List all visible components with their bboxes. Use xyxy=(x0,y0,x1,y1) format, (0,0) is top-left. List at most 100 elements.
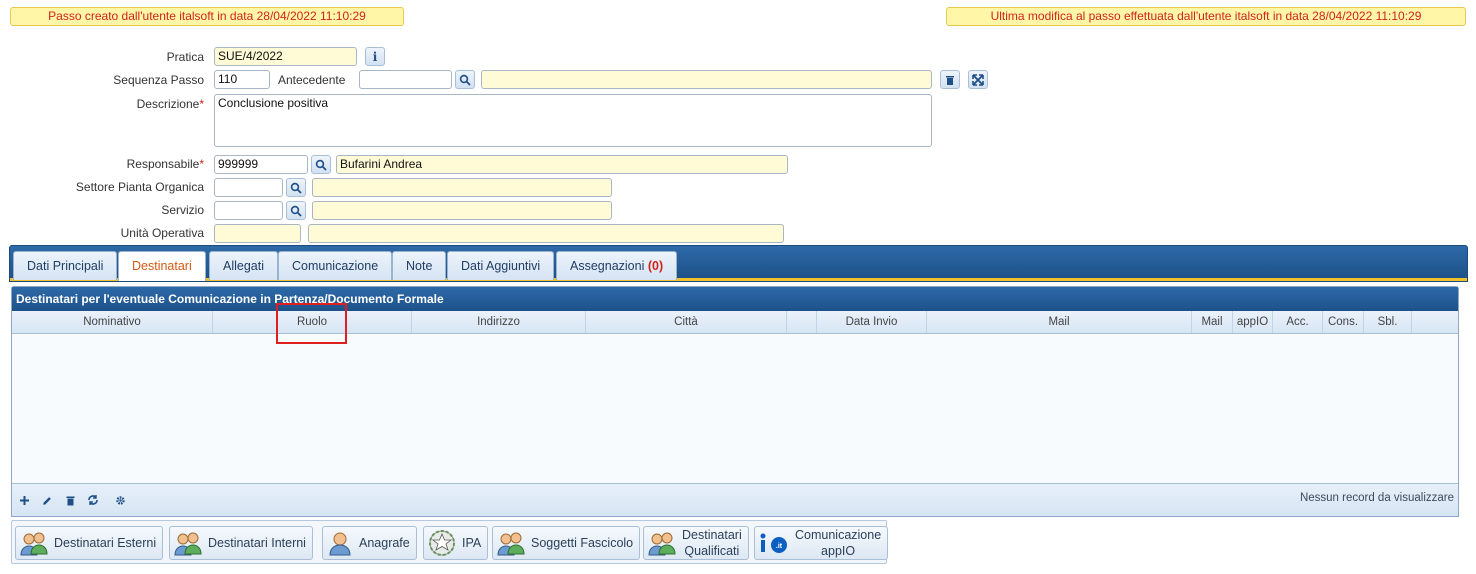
unita-desc-field[interactable] xyxy=(308,224,784,243)
info-button[interactable]: i xyxy=(365,47,385,66)
required-mark: * xyxy=(199,97,204,111)
col-cons[interactable]: Cons. xyxy=(1323,311,1364,333)
settings-button[interactable] xyxy=(112,492,128,508)
appio-line-1: Comunicazione xyxy=(795,528,882,542)
col-acc[interactable]: Acc. xyxy=(1273,311,1323,333)
search-icon xyxy=(290,205,302,217)
grid-empty-message: Nessun record da visualizzare xyxy=(1299,492,1454,504)
col-mail[interactable]: Mail xyxy=(927,311,1192,333)
grid-footer: Nessun record da visualizzare xyxy=(12,483,1458,516)
col-nominativo[interactable]: Nominativo xyxy=(12,311,213,333)
plus-icon xyxy=(19,495,29,505)
settore-desc-field[interactable] xyxy=(312,178,612,197)
responsabile-search-button[interactable] xyxy=(311,155,331,174)
responsabile-code-field[interactable]: 999999 xyxy=(214,155,308,174)
search-icon xyxy=(315,159,327,171)
antecedente-label: Antecedente xyxy=(278,73,346,87)
responsabile-label-text: Responsabile xyxy=(126,157,200,171)
tab-comunicazione[interactable]: Comunicazione xyxy=(278,251,393,280)
descrizione-textarea[interactable]: Conclusione positiva xyxy=(214,94,932,147)
highlight-box xyxy=(276,303,347,344)
pratica-field[interactable]: SUE/4/2022 xyxy=(214,47,357,66)
descrizione-label-text: Descrizione xyxy=(136,97,200,111)
col-data-invio[interactable]: Data Invio xyxy=(817,311,927,333)
destinatari-esterni-button[interactable]: Destinatari Esterni xyxy=(15,526,164,560)
io-app-icon: .it xyxy=(760,533,787,553)
grid-title: Destinatari per l'eventuale Comunicazion… xyxy=(12,287,1458,311)
tab-dati-principali[interactable]: Dati Principali xyxy=(13,251,118,280)
sequenza-label: Sequenza Passo xyxy=(113,73,204,87)
qualificati-line-2: Qualificati xyxy=(684,544,740,558)
servizio-code-field[interactable] xyxy=(214,201,283,220)
destinatari-grid: Destinatari per l'eventuale Comunicazion… xyxy=(11,286,1459,517)
delete-row-button[interactable] xyxy=(62,492,78,508)
grid-header: Nominativo Ruolo Indirizzo Città Data In… xyxy=(12,311,1458,334)
settore-search-button[interactable] xyxy=(286,178,306,197)
edit-row-button[interactable] xyxy=(39,492,55,508)
pencil-icon xyxy=(42,496,51,505)
expand-icon xyxy=(972,73,984,86)
servizio-desc-field[interactable] xyxy=(312,201,612,220)
settore-code-field[interactable] xyxy=(214,178,283,197)
anagrafe-label: Anagrafe xyxy=(359,536,410,550)
col-blank[interactable] xyxy=(787,311,817,333)
svg-text:.it: .it xyxy=(776,543,783,550)
modified-banner: Ultima modifica al passo effettuata dall… xyxy=(946,7,1466,26)
users-icon xyxy=(648,532,676,556)
appio-line-2: appIO xyxy=(821,544,856,558)
tab-allegati[interactable]: Allegati xyxy=(209,251,278,280)
grid-body xyxy=(12,335,1458,484)
responsabile-label: Responsabile* xyxy=(4,157,204,171)
qualificati-line-1: Destinatari xyxy=(682,528,742,542)
antecedente-description-field[interactable] xyxy=(481,70,932,89)
delete-antecedente-button[interactable] xyxy=(940,70,960,89)
destinatari-qualificati-button[interactable]: Destinatari Qualificati xyxy=(643,526,749,560)
unita-code-field[interactable] xyxy=(214,224,301,243)
sequenza-field[interactable]: 110 xyxy=(214,70,270,89)
soggetti-fascicolo-label: Soggetti Fascicolo xyxy=(531,536,634,550)
destinatari-esterni-label: Destinatari Esterni xyxy=(54,536,157,550)
ipa-button[interactable]: IPA xyxy=(423,526,489,560)
destinatari-interni-label: Destinatari Interni xyxy=(208,536,306,550)
soggetti-fascicolo-button[interactable]: Soggetti Fascicolo xyxy=(492,526,641,560)
trash-icon xyxy=(66,496,74,505)
tab-assegnazioni-label: Assegnazioni xyxy=(570,259,645,273)
users-icon xyxy=(497,532,525,556)
tab-assegnazioni[interactable]: Assegnazioni (0) xyxy=(556,251,678,280)
antecedente-field[interactable] xyxy=(359,70,452,89)
refresh-icon xyxy=(88,495,98,505)
search-icon xyxy=(290,182,302,194)
tab-dati-aggiuntivi[interactable]: Dati Aggiuntivi xyxy=(447,251,555,280)
col-end xyxy=(1412,311,1458,333)
comunicazione-appio-label: Comunicazione appIO xyxy=(795,527,881,559)
col-citta[interactable]: Città xyxy=(586,311,787,333)
anagrafe-button[interactable]: Anagrafe xyxy=(322,526,417,560)
tabs-bar: Dati Principali Destinatari Allegati Com… xyxy=(9,245,1468,282)
user-icon xyxy=(329,532,351,556)
destinatari-interni-button[interactable]: Destinatari Interni xyxy=(169,526,313,560)
add-row-button[interactable] xyxy=(16,492,32,508)
info-icon: i xyxy=(372,49,378,64)
republic-emblem-icon xyxy=(429,530,455,556)
descrizione-label: Descrizione* xyxy=(4,97,204,111)
users-icon xyxy=(20,532,48,556)
users-icon xyxy=(174,532,202,556)
col-sbl[interactable]: Sbl. xyxy=(1364,311,1412,333)
antecedente-search-button[interactable] xyxy=(455,70,475,89)
unita-label: Unità Operativa xyxy=(120,226,204,240)
gear-icon xyxy=(115,495,125,505)
pratica-label: Pratica xyxy=(166,50,204,64)
refresh-button[interactable] xyxy=(85,492,101,508)
servizio-search-button[interactable] xyxy=(286,201,306,220)
tab-assegnazioni-count: (0) xyxy=(647,259,664,273)
comunicazione-appio-button[interactable]: .it Comunicazione appIO xyxy=(754,526,889,560)
col-appio[interactable]: appIO xyxy=(1233,311,1273,333)
col-indirizzo[interactable]: Indirizzo xyxy=(412,311,586,333)
servizio-label: Servizio xyxy=(161,203,204,217)
expand-button[interactable] xyxy=(968,70,988,89)
tab-note[interactable]: Note xyxy=(392,251,447,280)
tab-destinatari[interactable]: Destinatari xyxy=(118,251,206,281)
trash-icon xyxy=(946,75,954,85)
col-mail-status[interactable]: Mail xyxy=(1192,311,1233,333)
responsabile-name-field[interactable]: Bufarini Andrea xyxy=(336,155,788,174)
